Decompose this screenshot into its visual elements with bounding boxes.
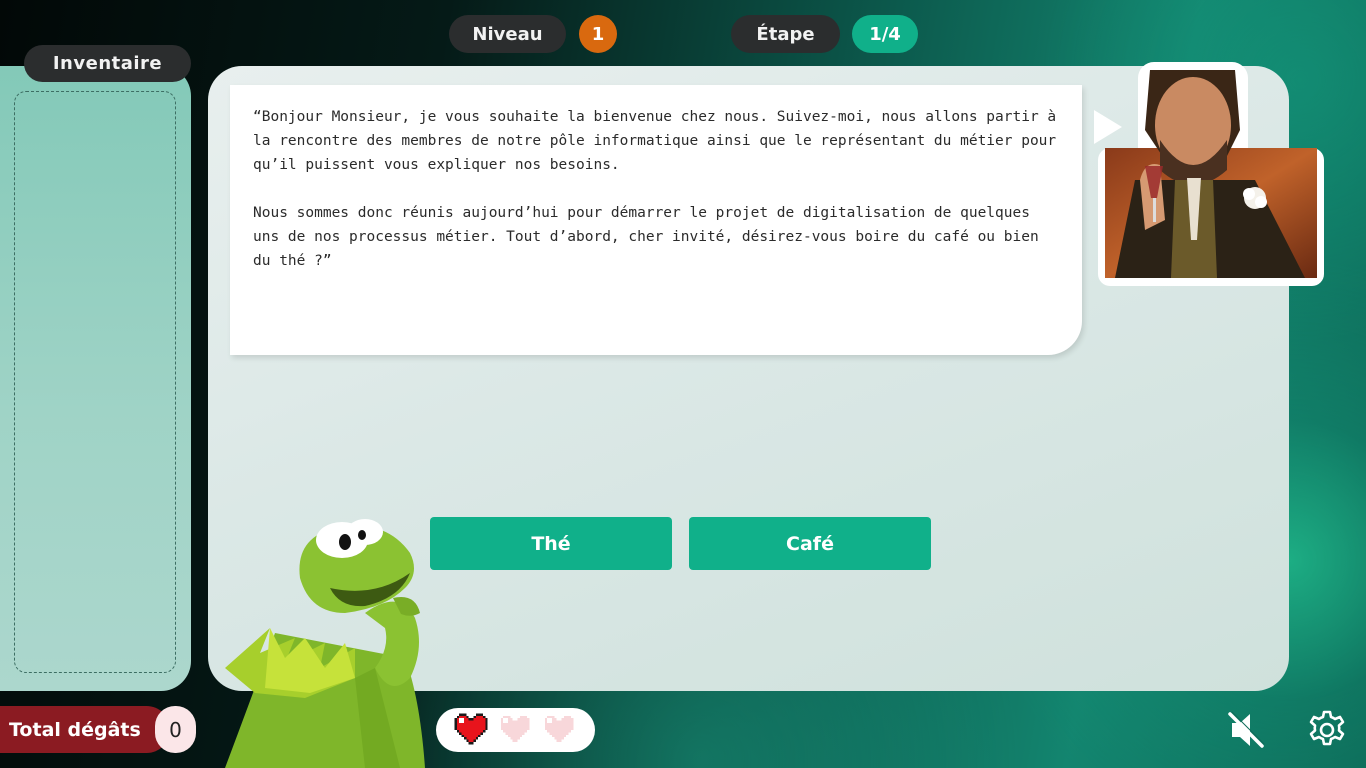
total-damage-label: Total dégâts — [0, 706, 170, 753]
level-badge: 1 — [579, 15, 617, 53]
lives-panel — [436, 708, 595, 752]
dialog-paragraph: Nous sommes donc réunis aujourd’hui pour… — [253, 205, 1039, 269]
heart-full-icon — [454, 713, 488, 745]
gear-icon — [1309, 710, 1345, 746]
step-label: Étape — [731, 15, 840, 53]
inventory-title: Inventaire — [24, 45, 191, 82]
choice-tea-button[interactable]: Thé — [430, 517, 672, 570]
dialog-paragraph: “Bonjour Monsieur, je vous souhaite la b… — [253, 109, 1057, 173]
level-label: Niveau — [449, 15, 566, 53]
choice-coffee-button[interactable]: Café — [689, 517, 931, 570]
npc-portrait — [1105, 70, 1317, 278]
player-character — [215, 518, 430, 768]
inventory-drop-zone[interactable] — [14, 91, 176, 673]
heart-empty-icon — [500, 715, 530, 742]
step-badge: 1/4 — [852, 15, 918, 53]
mute-button[interactable] — [1226, 708, 1270, 752]
dialog-box: “Bonjour Monsieur, je vous souhaite la b… — [230, 85, 1082, 355]
settings-button[interactable] — [1305, 708, 1349, 752]
speaker-muted-icon — [1228, 711, 1265, 748]
inventory-panel — [0, 66, 191, 691]
heart-empty-icon — [544, 715, 574, 742]
total-damage-value: 0 — [155, 706, 196, 753]
